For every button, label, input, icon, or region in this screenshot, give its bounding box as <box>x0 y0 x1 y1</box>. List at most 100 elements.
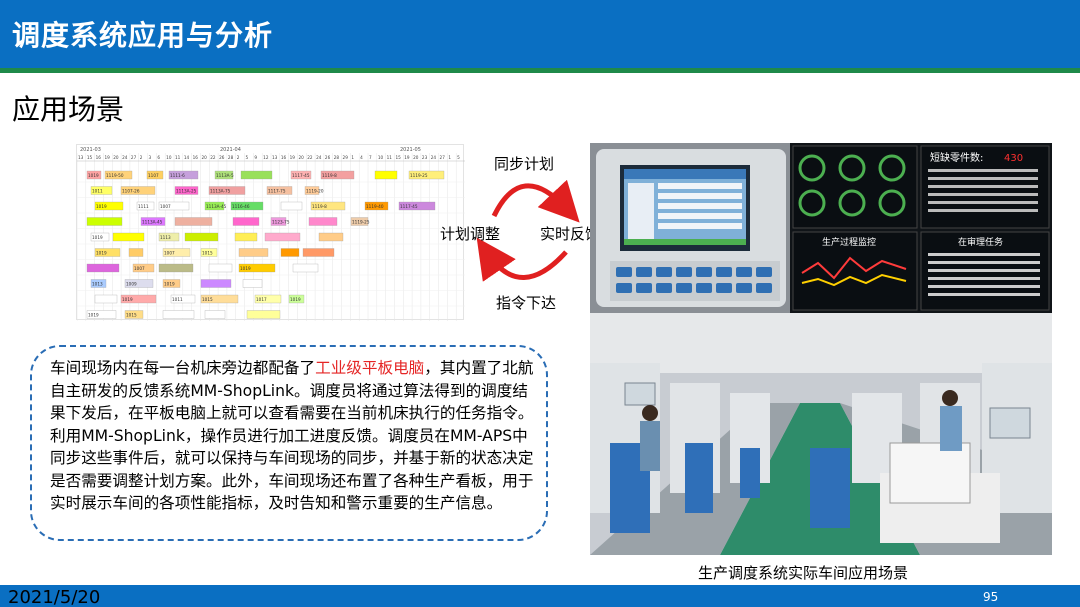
gantt-task-label: 1119-25 <box>352 220 370 225</box>
gantt-task-bar <box>246 310 281 319</box>
gantt-day-label: 10 <box>378 155 384 160</box>
gantt-task-label: 1011 <box>92 189 103 194</box>
gantt-task-bar <box>238 248 269 257</box>
gantt-day-label: 24 <box>316 155 322 160</box>
gantt-task-bar <box>234 232 258 242</box>
gantt-day-label: 15 <box>87 155 93 160</box>
description-highlight: 工业级平板电脑 <box>315 359 425 377</box>
gantt-task-label: 1119-20 <box>306 189 324 194</box>
gantt-task-bar <box>280 201 303 211</box>
gantt-task-label: 1007 <box>134 266 145 271</box>
gantt-task-label: 1117-45 <box>400 204 418 209</box>
gantt-day-label: 16 <box>281 155 287 160</box>
gantt-task-label: 1111 <box>138 204 149 209</box>
gantt-task-bar <box>94 294 118 304</box>
gantt-task-label: 1019 <box>88 313 99 318</box>
gantt-task-bar <box>158 263 194 273</box>
slide-title: 调度系统应用与分析 <box>12 19 274 52</box>
gantt-day-label: 26 <box>325 155 331 160</box>
gantt-day-label: 3 <box>149 155 152 160</box>
gantt-day-label: 15 <box>395 155 401 160</box>
gantt-task-bar <box>86 217 123 226</box>
gantt-day-label: 16 <box>96 155 102 160</box>
gantt-task-bar <box>302 248 335 257</box>
gantt-svg: 2021-03 2021-04 2021-0513 15 16 19 20 24 27 2 3 6 10… <box>76 147 465 322</box>
workshop-photo-collage: 短缺零件数: 430 生产过程监控 在审理任务 <box>590 143 1052 555</box>
gantt-task-label: 1113A-75 <box>210 189 231 194</box>
gantt-task-label: 1113A-45 <box>206 204 227 209</box>
page-number: 95 <box>983 590 999 604</box>
gantt-task-label: 1019 <box>240 266 251 271</box>
description-box: 车间现场内在每一台机床旁边都配备了工业级平板电脑，其内置了北航自主研发的反馈系统… <box>30 345 548 541</box>
gantt-task-bar <box>374 170 398 180</box>
gantt-task-label: 1019 <box>88 173 99 178</box>
gantt-day-label: 13 <box>272 155 278 160</box>
gantt-task-bar <box>174 217 213 226</box>
gantt-task-bar <box>264 232 301 242</box>
gantt-task-bar <box>200 279 232 288</box>
gantt-day-label: 23 <box>422 155 428 160</box>
gantt-task-label: 1107-26 <box>122 189 140 194</box>
gantt-day-label: 20 <box>298 155 304 160</box>
gantt-task-label: 1113A-25 <box>176 189 197 194</box>
gantt-day-label: 28 <box>228 155 234 160</box>
gantt-task-bar <box>86 263 120 273</box>
gantt-task-label: 1113A-5 <box>216 173 234 178</box>
gantt-day-label: 24 <box>122 155 128 160</box>
gantt-task-label: 1119-50 <box>106 173 124 178</box>
gantt-task-label: 1015 <box>202 251 213 256</box>
gantt-day-label: 11 <box>175 155 181 160</box>
gantt-month-label: 2021-04 <box>220 147 241 153</box>
gantt-day-label: 19 <box>404 155 410 160</box>
gantt-day-label: 2 <box>237 155 240 160</box>
gantt-day-label: 20 <box>201 155 207 160</box>
gantt-task-bar <box>308 217 338 226</box>
gantt-task-label: 1015 <box>126 313 137 318</box>
feedback-cycle-diagram: 同步计划 计划调整 实时反馈 指令下达 <box>436 150 606 312</box>
gantt-task-label: 1017 <box>256 297 267 302</box>
gantt-day-label: 29 <box>343 155 349 160</box>
gantt-task-label: 1113 <box>160 235 171 240</box>
gantt-day-label: 26 <box>219 155 225 160</box>
workshop-photo-svg: 短缺零件数: 430 生产过程监控 在审理任务 <box>590 143 1052 555</box>
gantt-chart-image: 2021-03 2021-04 2021-05 13 15 16 19 20 24 27 2 3 6 10… <box>76 144 465 322</box>
gantt-day-label: 7 <box>369 155 372 160</box>
task-monitor-title: 在审理任务 <box>958 236 1003 248</box>
shortage-value: 430 <box>1004 153 1023 164</box>
gantt-task-bar <box>204 310 226 319</box>
gantt-task-label: 1013 <box>92 282 103 287</box>
gantt-task-bar <box>128 248 144 257</box>
gantt-day-label: 20 <box>113 155 119 160</box>
bottom-arc-arrow <box>476 237 568 282</box>
gantt-task-bar <box>184 232 219 242</box>
gantt-task-label: 1019 <box>122 297 133 302</box>
gantt-task-label: 1019 <box>92 235 103 240</box>
gantt-day-label: 16 <box>193 155 199 160</box>
gantt-day-label: 19 <box>290 155 296 160</box>
photo-caption: 生产调度系统实际车间应用场景 <box>697 564 908 582</box>
shortage-title: 短缺零件数: <box>930 151 983 164</box>
gantt-day-label: 9 <box>254 155 257 160</box>
gantt-task-label: 1117-75 <box>268 189 286 194</box>
gantt-day-label: 5 <box>246 155 249 160</box>
gantt-day-label: 4 <box>360 155 363 160</box>
gantt-day-label: 12 <box>263 155 269 160</box>
cycle-label-plan-adjust: 计划调整 <box>440 225 501 243</box>
description-text: 车间现场内在每一台机床旁边都配备了工业级平板电脑，其内置了北航自主研发的反馈系统… <box>50 357 540 515</box>
gantt-day-label: 6 <box>157 155 160 160</box>
gantt-task-bar <box>242 279 263 288</box>
gantt-day-label: 2 <box>140 155 143 160</box>
gantt-task-label: 1009 <box>126 282 137 287</box>
gantt-task-label: 1019 <box>96 204 107 209</box>
gantt-task-label: 1119-25 <box>410 173 428 178</box>
gantt-day-label: 10 <box>166 155 172 160</box>
gantt-task-bar <box>318 232 344 242</box>
gantt-task-label: 1019 <box>96 251 107 256</box>
gantt-day-label: 1 <box>351 155 354 160</box>
header-underline <box>0 68 1080 73</box>
gantt-task-label: 1113A-45 <box>142 220 163 225</box>
gantt-task-bar <box>280 248 300 257</box>
gantt-task-bar <box>208 263 233 273</box>
gantt-day-label: 20 <box>413 155 419 160</box>
gantt-task-label: 1007 <box>164 251 175 256</box>
